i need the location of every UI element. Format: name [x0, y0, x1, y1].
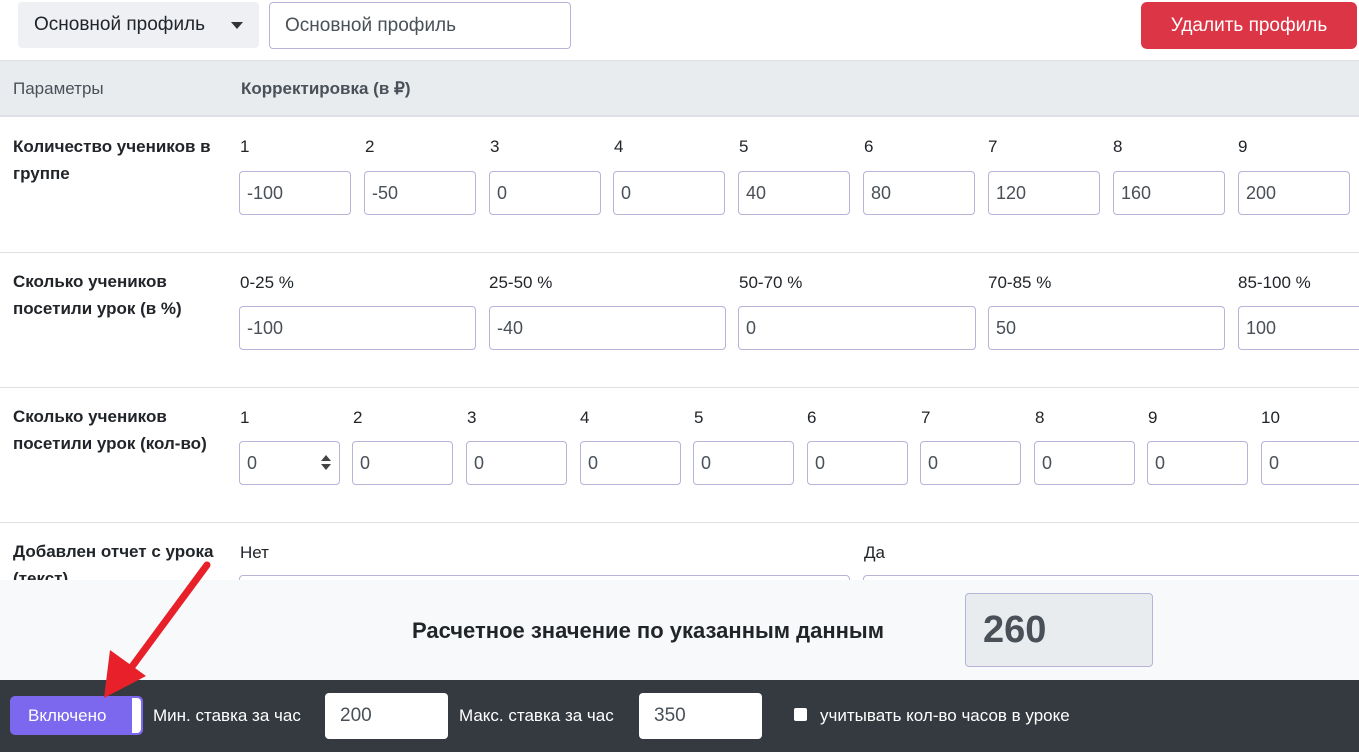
correction-input[interactable]: 0 — [489, 171, 601, 215]
table-row-attendance-percent: Сколько учеников посетили урок (в %) 0-2… — [0, 253, 1359, 388]
profile-dropdown[interactable]: Основной профиль — [18, 2, 259, 48]
result-bar: Расчетное значение по указанным данным 2… — [0, 580, 1359, 680]
correction-input[interactable]: 40 — [738, 171, 850, 215]
cell-label: 7 — [988, 137, 998, 156]
cell-label: 2 — [365, 137, 375, 156]
delete-profile-button[interactable]: Удалить профиль — [1141, 2, 1357, 49]
correction-input[interactable]: 0 — [239, 441, 340, 485]
enabled-toggle-label: Включено — [28, 705, 107, 725]
correction-input[interactable]: -100 — [239, 306, 476, 350]
table-header: Параметры Корректировка (в ₽) — [0, 60, 1359, 117]
profile-toolbar: Основной профиль Основной профиль Удалит… — [0, 0, 1359, 60]
correction-input[interactable]: 120 — [988, 171, 1100, 215]
profile-name-value: Основной профиль — [285, 14, 457, 36]
correction-input[interactable]: 80 — [863, 171, 975, 215]
result-label: Расчетное значение по указанным данным — [412, 618, 884, 643]
correction-table[interactable]: Параметры Корректировка (в ₽) Количество… — [0, 60, 1359, 580]
min-rate-label: Мин. ставка за час — [153, 706, 301, 725]
row-label: Сколько учеников посетили урок (в %) — [13, 272, 182, 318]
correction-input[interactable]: 0 — [1147, 441, 1248, 485]
correction-input[interactable]: 50 — [988, 306, 1225, 350]
cell-label: 0-25 % — [240, 273, 294, 292]
cell-label: 9 — [1148, 408, 1158, 427]
correction-input[interactable]: 0 — [920, 441, 1021, 485]
correction-input[interactable]: 0 — [466, 441, 567, 485]
cell-label: 2 — [353, 408, 363, 427]
correction-input[interactable]: 0 — [1261, 441, 1359, 485]
cell-label: 70-85 % — [988, 273, 1052, 292]
correction-input[interactable]: 200 — [1238, 171, 1350, 215]
row-label: Сколько учеников посетили урок (кол-во) — [13, 407, 207, 453]
cell-label: 6 — [864, 137, 874, 156]
cell-label: 8 — [1113, 137, 1123, 156]
column-header-correction: Корректировка (в ₽) — [241, 79, 411, 98]
cell-label: 1 — [240, 137, 250, 156]
correction-input[interactable]: 160 — [1113, 171, 1225, 215]
cell-label: 4 — [580, 408, 590, 427]
correction-input[interactable]: 0 — [352, 441, 453, 485]
table-row-group-size: Количество учеников в группе 1 -100 2 -5… — [0, 117, 1359, 253]
spinner-icon[interactable] — [321, 455, 331, 473]
cell-label: 85-100 % — [1238, 273, 1311, 292]
correction-input[interactable]: -40 — [489, 306, 726, 350]
correction-input-value: 0 — [247, 452, 258, 473]
result-value: 260 — [965, 593, 1153, 667]
correction-input[interactable]: 0 — [807, 441, 908, 485]
cell-label: Нет — [240, 543, 269, 562]
cell-label: 8 — [1035, 408, 1045, 427]
cell-label: 3 — [490, 137, 500, 156]
toggle-knob — [132, 698, 141, 733]
hours-checkbox[interactable] — [794, 708, 807, 721]
correction-input[interactable]: -100 — [239, 171, 351, 215]
caret-down-icon — [231, 22, 243, 29]
cell-label: 50-70 % — [739, 273, 803, 292]
correction-input[interactable]: -50 — [364, 171, 476, 215]
correction-input[interactable]: 0 — [693, 441, 794, 485]
row-label: Количество учеников в группе — [13, 137, 211, 183]
cell-label: Да — [864, 543, 885, 562]
correction-input[interactable]: 0 — [1034, 441, 1135, 485]
cell-label: 10 — [1261, 408, 1280, 427]
row-label: Добавлен отчет с урока (текст) — [13, 542, 214, 580]
profile-dropdown-label: Основной профиль — [34, 14, 206, 35]
table-row-attendance-count: Сколько учеников посетили урок (кол-во) … — [0, 388, 1359, 523]
correction-input[interactable]: 100 — [1238, 306, 1359, 350]
cell-label: 1 — [240, 408, 250, 427]
correction-input[interactable]: 0 — [613, 171, 725, 215]
table-row-report-added: Добавлен отчет с урока (текст) Нет Да — [0, 523, 1359, 580]
min-rate-input[interactable]: 200 — [325, 693, 448, 739]
cell-label: 5 — [694, 408, 704, 427]
column-header-params: Параметры — [13, 79, 104, 98]
cell-label: 7 — [921, 408, 931, 427]
cell-label: 4 — [614, 137, 624, 156]
max-rate-label: Макс. ставка за час — [459, 706, 614, 725]
correction-input[interactable]: 0 — [580, 441, 681, 485]
cell-label: 25-50 % — [489, 273, 553, 292]
enabled-toggle[interactable]: Включено — [10, 696, 143, 735]
footer-settings: Включено Мин. ставка за час 200 Макс. ст… — [0, 680, 1359, 752]
profile-name-input[interactable]: Основной профиль — [269, 2, 571, 49]
cell-label: 5 — [739, 137, 749, 156]
cell-label: 9 — [1238, 137, 1248, 156]
hours-checkbox-label: учитывать кол-во часов в уроке — [820, 706, 1070, 725]
correction-input[interactable]: 0 — [738, 306, 976, 350]
cell-label: 6 — [807, 408, 817, 427]
max-rate-input[interactable]: 350 — [639, 693, 762, 739]
cell-label: 3 — [467, 408, 477, 427]
